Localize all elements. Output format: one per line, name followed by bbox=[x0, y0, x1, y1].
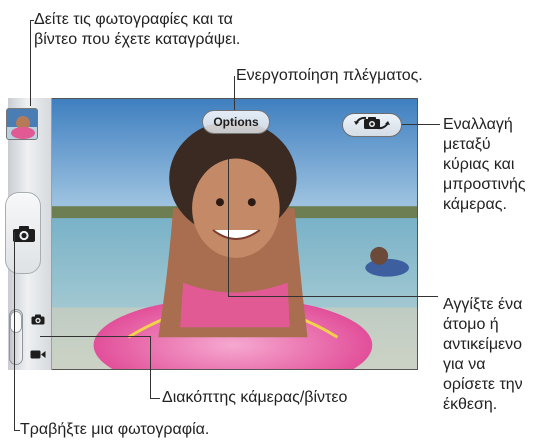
video-camera-icon bbox=[30, 347, 46, 365]
options-button[interactable]: Options bbox=[202, 110, 270, 134]
callout-line: μεταξύ bbox=[443, 136, 491, 153]
callout-take-photo: Τραβήξτε μια φωτογραφία. bbox=[20, 421, 210, 438]
thumbnail-image bbox=[7, 109, 37, 139]
callout-line: κύριας και bbox=[443, 156, 515, 173]
shutter-button[interactable] bbox=[5, 192, 41, 274]
leader-line bbox=[14, 232, 15, 430]
callout-view-photos-line-2: βίντεο που έχετε καταγράψει. bbox=[34, 31, 241, 48]
camera-icon bbox=[12, 225, 36, 248]
callout-switch-camera: Εναλλαγή μεταξύ κύριας και μπροστινής κά… bbox=[443, 115, 526, 215]
camera-roll-thumbnail[interactable] bbox=[6, 108, 38, 140]
callout-line: αντικείμενο bbox=[443, 336, 523, 353]
callout-line: μπροστινής bbox=[443, 176, 526, 193]
callout-view-photos-line-1: Δείτε τις φωτογραφίες και τα bbox=[34, 11, 233, 28]
callout-line: ορίσετε την bbox=[443, 376, 523, 393]
callout-line: Αγγίξτε ένα bbox=[443, 296, 523, 313]
callout-line: έκθεση. bbox=[443, 396, 498, 413]
leader-line bbox=[40, 336, 150, 337]
camera-viewfinder[interactable] bbox=[8, 98, 418, 370]
callout-line: Εναλλαγή bbox=[443, 116, 513, 133]
callout-tap-to-expose: Αγγίξτε ένα άτομο ή αντικείμενο για να ο… bbox=[443, 295, 523, 415]
callout-line: άτομο ή bbox=[443, 316, 499, 333]
callout-grid: Ενεργοποίηση πλέγματος. bbox=[236, 67, 423, 84]
callout-line: κάμερας. bbox=[443, 196, 507, 213]
leader-line bbox=[150, 398, 160, 399]
camera-flip-icon bbox=[352, 114, 392, 137]
leader-line bbox=[234, 76, 235, 110]
leader-line bbox=[402, 124, 440, 125]
camera-video-switch[interactable] bbox=[9, 309, 23, 365]
camera-icon bbox=[31, 312, 45, 330]
leader-line bbox=[30, 20, 31, 106]
leader-line bbox=[30, 20, 34, 21]
viewfinder-photo bbox=[9, 99, 417, 369]
switch-camera-button[interactable] bbox=[342, 113, 402, 137]
leader-line bbox=[228, 296, 438, 297]
leader-line bbox=[14, 430, 20, 431]
leader-line bbox=[228, 158, 229, 296]
leader-line bbox=[150, 336, 151, 398]
callout-view-photos: Δείτε τις φωτογραφίες και τα βίντεο που … bbox=[34, 10, 240, 50]
callout-camera-video-toggle: Διακόπτης κάμερας/βίντεο bbox=[162, 389, 348, 406]
switch-knob[interactable] bbox=[10, 311, 22, 333]
callout-line: για να bbox=[443, 356, 486, 373]
